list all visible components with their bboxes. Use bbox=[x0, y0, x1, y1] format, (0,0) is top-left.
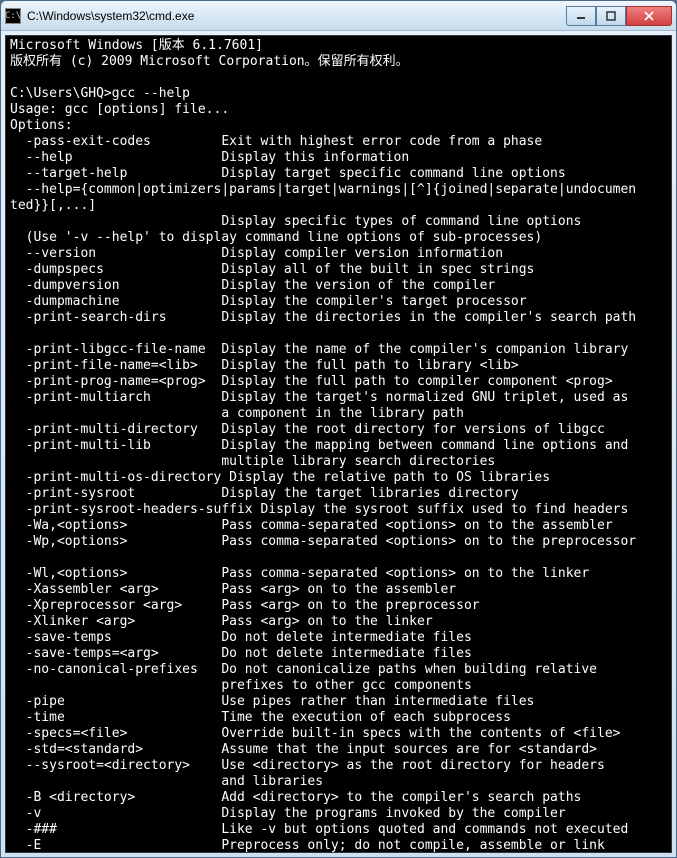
console-line: -print-multiarch Display the target's no… bbox=[10, 390, 667, 406]
console-line: --target-help Display target specific co… bbox=[10, 166, 667, 182]
console-line: -Xlinker <arg> Pass <arg> on to the link… bbox=[10, 614, 667, 630]
window-title: C:\Windows\system32\cmd.exe bbox=[27, 9, 566, 23]
console-line: -print-sysroot Display the target librar… bbox=[10, 486, 667, 502]
console-line: ted}}[,...] bbox=[10, 198, 667, 214]
console-output[interactable]: Microsoft Windows [版本 6.1.7601]版权所有 (c) … bbox=[5, 35, 672, 853]
console-line: --help Display this information bbox=[10, 150, 667, 166]
console-line: -dumpmachine Display the compiler's targ… bbox=[10, 294, 667, 310]
maximize-button[interactable] bbox=[596, 6, 626, 26]
console-line bbox=[10, 326, 667, 342]
console-line: -print-prog-name=<prog> Display the full… bbox=[10, 374, 667, 390]
console-line: -print-search-dirs Display the directori… bbox=[10, 310, 667, 326]
console-line: --version Display compiler version infor… bbox=[10, 246, 667, 262]
console-line: --help={common|optimizers|params|target|… bbox=[10, 182, 667, 198]
console-line: -dumpversion Display the version of the … bbox=[10, 278, 667, 294]
console-line: -print-libgcc-file-name Display the name… bbox=[10, 342, 667, 358]
console-line: -Xpreprocessor <arg> Pass <arg> on to th… bbox=[10, 598, 667, 614]
console-line: -dumpspecs Display all of the built in s… bbox=[10, 262, 667, 278]
console-line: -E Preprocess only; do not compile, asse… bbox=[10, 838, 667, 853]
console-line: -std=<standard> Assume that the input so… bbox=[10, 742, 667, 758]
console-line: -Wa,<options> Pass comma-separated <opti… bbox=[10, 518, 667, 534]
console-line: -B <directory> Add <directory> to the co… bbox=[10, 790, 667, 806]
console-line: -Xassembler <arg> Pass <arg> on to the a… bbox=[10, 582, 667, 598]
console-line: a component in the library path bbox=[10, 406, 667, 422]
console-line: -print-multi-lib Display the mapping bet… bbox=[10, 438, 667, 454]
window-controls bbox=[566, 6, 672, 26]
close-button[interactable] bbox=[626, 6, 672, 26]
titlebar[interactable]: C:\ C:\Windows\system32\cmd.exe bbox=[1, 1, 676, 31]
console-line: Microsoft Windows [版本 6.1.7601] bbox=[10, 38, 667, 54]
console-line: prefixes to other gcc components bbox=[10, 678, 667, 694]
console-line: -save-temps Do not delete intermediate f… bbox=[10, 630, 667, 646]
console-line bbox=[10, 70, 667, 86]
minimize-button[interactable] bbox=[566, 6, 596, 26]
console-line: -print-multi-os-directory Display the re… bbox=[10, 470, 667, 486]
console-line: -v Display the programs invoked by the c… bbox=[10, 806, 667, 822]
console-line: -print-file-name=<lib> Display the full … bbox=[10, 358, 667, 374]
console-line: Options: bbox=[10, 118, 667, 134]
console-line: -time Time the execution of each subproc… bbox=[10, 710, 667, 726]
console-line: Display specific types of command line o… bbox=[10, 214, 667, 230]
console-line bbox=[10, 550, 667, 566]
console-line: C:\Users\GHQ>gcc --help bbox=[10, 86, 667, 102]
console-line: -print-multi-directory Display the root … bbox=[10, 422, 667, 438]
console-line: -### Like -v but options quoted and comm… bbox=[10, 822, 667, 838]
console-line: -pass-exit-codes Exit with highest error… bbox=[10, 134, 667, 150]
console-line: -pipe Use pipes rather than intermediate… bbox=[10, 694, 667, 710]
console-line: multiple library search directories bbox=[10, 454, 667, 470]
console-line: (Use '-v --help' to display command line… bbox=[10, 230, 667, 246]
console-line: -print-sysroot-headers-suffix Display th… bbox=[10, 502, 667, 518]
console-line: Usage: gcc [options] file... bbox=[10, 102, 667, 118]
console-line: -specs=<file> Override built-in specs wi… bbox=[10, 726, 667, 742]
console-line: -no-canonical-prefixes Do not canonicali… bbox=[10, 662, 667, 678]
cmd-window: C:\ C:\Windows\system32\cmd.exe Microsof… bbox=[0, 0, 677, 858]
cmd-icon: C:\ bbox=[5, 8, 21, 24]
console-line: 版权所有 (c) 2009 Microsoft Corporation。保留所有… bbox=[10, 54, 667, 70]
console-line: -save-temps=<arg> Do not delete intermed… bbox=[10, 646, 667, 662]
console-line: -Wp,<options> Pass comma-separated <opti… bbox=[10, 534, 667, 550]
console-line: -Wl,<options> Pass comma-separated <opti… bbox=[10, 566, 667, 582]
console-line: --sysroot=<directory> Use <directory> as… bbox=[10, 758, 667, 774]
console-line: and libraries bbox=[10, 774, 667, 790]
